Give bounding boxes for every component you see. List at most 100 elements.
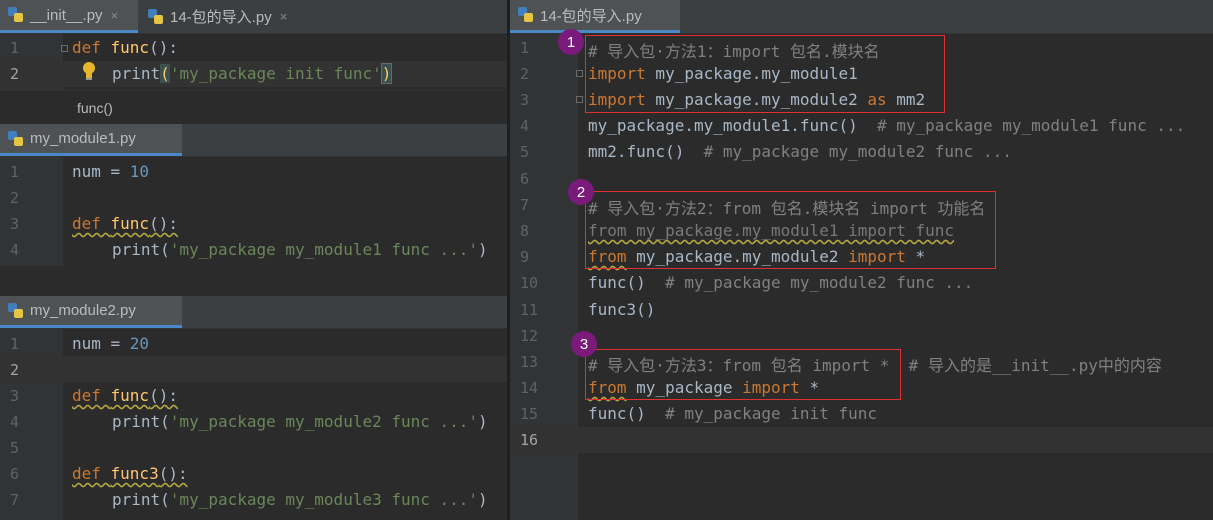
builtin-call: print( (112, 412, 170, 431)
line-number: 1 (10, 163, 20, 181)
init-code-area[interactable]: 1 2 def func(): print('my_package init f… (0, 34, 507, 90)
keyword: def (72, 38, 111, 57)
number-literal: 20 (129, 334, 150, 353)
punctuation: ) (478, 412, 488, 431)
python-file-icon (148, 8, 164, 25)
tab-package-import-py[interactable]: 14-包的导入.py × (140, 0, 310, 33)
comment: # 导入的是__init__.py中的内容 (889, 356, 1162, 375)
code-line: def func(): (72, 386, 178, 405)
comment: # my_package init func (645, 404, 877, 423)
module2-code-area[interactable]: 1 2 3 4 5 6 7 num = 20 def func(): print… (0, 329, 507, 520)
builtin-call: print( (112, 240, 170, 259)
line-number: 13 (520, 353, 539, 371)
tab-my-module1[interactable]: my_module1.py (0, 124, 182, 156)
line-number: 15 (520, 405, 539, 423)
annotation-badge: 1 (558, 29, 584, 55)
tab-label: my_module1.py (30, 130, 136, 147)
punctuation: (): (158, 464, 188, 483)
module2-tab-bar: my_module2.py (0, 296, 507, 329)
line-number: 10 (520, 274, 539, 292)
breadcrumb[interactable]: func() (77, 100, 113, 116)
annotation-box-method-3 (585, 349, 901, 400)
fold-marker-icon[interactable] (576, 70, 583, 77)
line-number: 9 (520, 248, 530, 266)
tab-label: 14-包的导入.py (540, 7, 642, 25)
tab-label: __init__.py (30, 6, 103, 24)
punctuation: (): (149, 386, 178, 405)
line-number: 2 (10, 65, 20, 83)
module1-tab-bar: my_module1.py (0, 124, 507, 157)
annotation-box-method-2 (585, 191, 996, 269)
line-number: 2 (10, 361, 20, 379)
module1-editor-pane: my_module1.py 1 2 3 4 num = 10 def func(… (0, 124, 507, 266)
close-icon[interactable]: × (280, 9, 288, 24)
line-number: 5 (520, 143, 530, 161)
line-number: 7 (10, 491, 20, 509)
tab-init-py[interactable]: __init__.py × (0, 0, 138, 33)
code-text: mm2.func() (588, 142, 685, 161)
string-literal: 'my_package my_module3 func ...' (169, 490, 479, 509)
comment: # my_package my_module2 func ... (684, 142, 1012, 161)
current-line-highlight (510, 427, 1213, 453)
tab-package-import-main[interactable]: 14-包的导入.py (510, 0, 680, 33)
code-line: num = 20 (72, 334, 149, 353)
close-icon[interactable]: × (111, 8, 119, 23)
init-tab-bar: __init__.py × 14-包的导入.py × (0, 0, 507, 34)
annotation-badge: 2 (568, 179, 594, 205)
line-number: 5 (10, 439, 20, 457)
line-number: 4 (10, 241, 20, 259)
comment: # my_package my_module1 func ... (857, 116, 1186, 135)
string-literal: 'my_package my_module2 func ...' (169, 412, 479, 431)
lightbulb-icon[interactable] (82, 61, 96, 81)
code-text: func() (588, 404, 646, 423)
line-number: 12 (520, 327, 539, 345)
number-literal: 10 (129, 162, 150, 181)
punctuation: (): (149, 214, 178, 233)
main-tab-bar: 14-包的导入.py (510, 0, 1213, 34)
line-number: 1 (520, 39, 530, 57)
line-number: 3 (520, 91, 530, 109)
line-number: 1 (10, 39, 20, 57)
code-line: mm2.func() # my_package my_module2 func … (588, 142, 1012, 161)
code-line: def func(): (72, 214, 178, 233)
keyword: def (72, 214, 111, 233)
line-number: 6 (10, 465, 20, 483)
function-name: func (110, 214, 150, 233)
breadcrumb-bar: func() (0, 90, 507, 123)
line-number: 4 (520, 117, 530, 135)
code-line: print('my_package init func') (112, 63, 393, 84)
line-number: 3 (10, 387, 20, 405)
code-line: print('my_package my_module1 func ...') (112, 240, 488, 259)
fold-marker-icon[interactable] (576, 96, 583, 103)
code-text: num = (72, 334, 130, 353)
line-number: 11 (520, 301, 539, 319)
annotation-box-method-1 (585, 35, 945, 113)
line-number: 3 (10, 215, 20, 233)
annotation-badge: 3 (571, 331, 597, 357)
fold-marker-icon[interactable] (61, 45, 68, 52)
function-name: func3 (110, 464, 159, 483)
line-number: 8 (520, 222, 530, 240)
python-file-icon (8, 302, 24, 319)
python-file-icon (518, 7, 534, 23)
line-number: 1 (10, 335, 20, 353)
builtin-call: print( (112, 490, 170, 509)
line-number: 6 (520, 170, 530, 188)
line-number: 14 (520, 379, 539, 397)
tab-my-module2[interactable]: my_module2.py (0, 296, 182, 328)
bracket: ) (380, 63, 393, 84)
punctuation: ) (478, 240, 488, 259)
init-editor-pane: __init__.py × 14-包的导入.py × 1 2 def func(… (0, 0, 507, 123)
tab-label: 14-包的导入.py (170, 9, 272, 26)
code-text: num = (72, 162, 130, 181)
pane-divider[interactable] (0, 266, 507, 296)
module2-editor-pane: my_module2.py 1 2 3 4 5 6 7 num = 20 def… (0, 296, 507, 520)
python-file-icon (8, 7, 24, 23)
line-number: 2 (10, 189, 20, 207)
python-file-icon (8, 130, 24, 147)
code-line: print('my_package my_module2 func ...') (112, 412, 488, 431)
punctuation: ) (478, 490, 488, 509)
module1-code-area[interactable]: 1 2 3 4 num = 10 def func(): print('my_p… (0, 157, 507, 266)
line-number: 16 (520, 431, 539, 449)
line-number: 2 (520, 65, 530, 83)
